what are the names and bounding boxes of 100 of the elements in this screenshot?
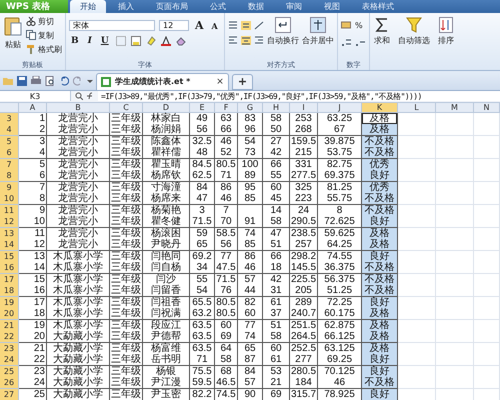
copy-icon <box>26 30 36 40</box>
table-cell: 木瓜寨小学 <box>47 308 110 320</box>
ribbon-tab[interactable]: 视图 <box>314 0 350 13</box>
row-header[interactable]: 11 <box>0 204 19 216</box>
cut-button[interactable]: 剪切 <box>26 15 62 27</box>
font-size-field[interactable]: 12 <box>159 20 189 31</box>
ribbon-tab[interactable]: 页面布局 <box>146 0 198 13</box>
column-header[interactable]: D <box>143 102 190 112</box>
row-header[interactable]: 4 <box>0 124 19 136</box>
paste-button[interactable]: 粘贴 <box>3 15 23 50</box>
table-cell: 12 <box>19 239 47 251</box>
ribbon-tab[interactable]: 公式 <box>200 0 236 13</box>
row-header[interactable]: 5 <box>0 136 19 148</box>
row-header[interactable]: 6 <box>0 147 19 159</box>
row-header[interactable]: 14 <box>0 239 19 251</box>
row-header[interactable]: 25 <box>0 366 19 378</box>
column-header[interactable]: B <box>47 102 110 112</box>
row-header[interactable]: 21 <box>0 320 19 332</box>
font-name-field[interactable]: 宋体 <box>69 20 155 31</box>
table-cell: 大勐藏小学 <box>47 377 110 389</box>
sort-button[interactable]: 排序 <box>438 17 454 46</box>
row-header[interactable]: 15 <box>0 250 19 262</box>
table-cell: 三年级 <box>110 320 143 332</box>
preview-icon <box>45 76 55 86</box>
table-cell: 56 <box>190 124 215 136</box>
column-header[interactable]: E <box>190 102 215 112</box>
percent-button[interactable]: % <box>355 19 363 31</box>
table-cell: 不及格 <box>362 262 398 274</box>
row-header[interactable]: 24 <box>0 354 19 366</box>
table-cell: 尹江漫 <box>143 377 190 389</box>
row-header[interactable]: 17 <box>0 274 19 286</box>
table-cell: 51.25 <box>318 285 362 297</box>
table-cell: 298.2 <box>290 250 318 262</box>
column-header[interactable]: G <box>238 102 263 112</box>
table-cell: 58 <box>263 331 290 343</box>
column-header[interactable]: N <box>474 102 500 112</box>
ribbon-tab[interactable]: 表格样式 <box>352 0 404 13</box>
row-header[interactable]: 23 <box>0 342 19 354</box>
table-cell: 良好 <box>362 366 398 378</box>
table-cell: 三年级 <box>110 354 143 366</box>
bold-button[interactable]: B <box>69 36 81 46</box>
row-header[interactable]: 8 <box>0 170 19 182</box>
column-header[interactable]: I <box>290 102 318 112</box>
column-header[interactable]: H <box>263 102 290 112</box>
copy-button[interactable]: 复制 <box>26 29 62 41</box>
table-cell: 三年级 <box>110 182 143 194</box>
select-all-corner[interactable] <box>0 102 19 112</box>
table-cell: 70 <box>215 216 238 228</box>
ribbon-tab[interactable]: 开始 <box>70 0 106 13</box>
name-box[interactable]: K3 <box>0 91 71 102</box>
ribbon-tab[interactable]: 审阅 <box>276 0 312 13</box>
sum-button[interactable]: 求和 <box>374 17 390 46</box>
fill-color-icon <box>130 36 141 46</box>
row-header[interactable]: 26 <box>0 377 19 389</box>
table-cell: 46.5 <box>215 377 238 389</box>
italic-button[interactable]: I <box>86 36 94 46</box>
row-header[interactable]: 13 <box>0 228 19 240</box>
table-cell: 277.5 <box>290 170 318 182</box>
merge-center-button[interactable]: 合并居中 <box>302 17 334 46</box>
row-header[interactable]: 22 <box>0 331 19 343</box>
table-cell: 65 <box>190 239 215 251</box>
row-header[interactable]: 19 <box>0 296 19 308</box>
row-header[interactable]: 27 <box>0 388 19 400</box>
row-header[interactable]: 7 <box>0 158 19 170</box>
grow-font-button[interactable]: A <box>193 19 206 32</box>
column-header[interactable]: C <box>110 102 143 112</box>
table-cell: 69.2 <box>190 250 215 262</box>
column-header[interactable]: M <box>436 102 474 112</box>
wrap-text-button[interactable]: 自动换行 <box>267 17 299 46</box>
close-tab-button[interactable]: × <box>194 76 224 87</box>
format-painter-button[interactable]: 格式刷 <box>26 43 62 55</box>
column-header[interactable]: J <box>318 102 362 112</box>
row-header[interactable]: 9 <box>0 182 19 194</box>
ribbon-tab[interactable]: 插入 <box>108 0 144 13</box>
column-header[interactable]: K <box>362 102 398 112</box>
row-header[interactable]: 12 <box>0 216 19 228</box>
table-cell: 木瓜寨小学 <box>47 262 110 274</box>
formula-field[interactable]: =IF(J3>89,"最优秀",IF(J3>79,"优秀",IF(J3>69,"良好",IF(J3>59,"及格","不及格")))) <box>98 91 500 102</box>
new-tab-button[interactable]: + <box>232 74 254 90</box>
table-cell: 良好 <box>362 170 398 182</box>
column-header[interactable]: F <box>215 102 238 112</box>
document-tab[interactable]: 学生成绩统计表.et * × <box>96 72 229 90</box>
merge-cells-icon <box>310 17 326 33</box>
table-cell: 杨席来 <box>143 193 190 205</box>
underline-button[interactable]: U <box>98 36 111 46</box>
column-header[interactable]: A <box>19 102 47 112</box>
table-cell: 52 <box>215 147 238 159</box>
table-cell: 龙营完小 <box>47 170 110 182</box>
column-header[interactable]: L <box>398 102 436 112</box>
row-header[interactable]: 20 <box>0 308 19 320</box>
row-header[interactable]: 3 <box>0 112 19 124</box>
table-cell: 及格 <box>362 308 398 320</box>
ribbon-tab[interactable]: 数据 <box>238 0 274 13</box>
auto-filter-button[interactable]: 自动筛选 <box>398 17 430 46</box>
row-header[interactable]: 16 <box>0 262 19 274</box>
table-cell: 145.5 <box>290 262 318 274</box>
row-header[interactable]: 10 <box>0 193 19 205</box>
highlight-icon <box>146 36 156 46</box>
shrink-font-button[interactable]: A <box>210 20 220 30</box>
row-header[interactable]: 18 <box>0 285 19 297</box>
